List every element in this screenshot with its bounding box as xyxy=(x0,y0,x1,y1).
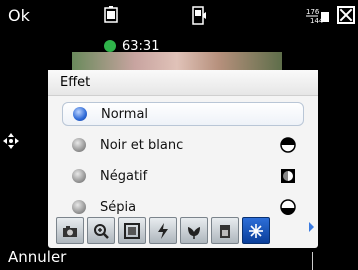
status-bar: Ok 176 144 xyxy=(0,0,358,34)
brightness-icon xyxy=(220,224,230,238)
softkey-divider xyxy=(312,252,313,270)
recording-timer: 63:31 xyxy=(104,38,159,54)
radio-unselected-icon[interactable] xyxy=(72,138,86,152)
flash-button[interactable] xyxy=(149,217,177,244)
close-button[interactable] xyxy=(337,6,355,24)
half-filled-circle-icon xyxy=(280,137,296,153)
toolbar-scroll-right-icon[interactable] xyxy=(309,222,314,232)
camera-settings-icon xyxy=(63,225,77,237)
effect-icon xyxy=(249,223,263,238)
radio-unselected-icon[interactable] xyxy=(72,169,86,183)
effect-option-negatif[interactable]: Négatif xyxy=(62,164,304,188)
macro-icon xyxy=(188,226,200,239)
frame-button[interactable] xyxy=(118,217,146,244)
effect-option-sepia[interactable]: Sépia xyxy=(62,195,304,219)
flash-icon xyxy=(158,222,168,239)
camera-settings-button[interactable] xyxy=(56,217,84,244)
timer-value: 63:31 xyxy=(122,38,160,54)
macro-button[interactable] xyxy=(180,217,208,244)
svg-text:176: 176 xyxy=(306,8,320,16)
effect-option-label: Noir et blanc xyxy=(100,137,184,153)
radio-unselected-icon[interactable] xyxy=(72,200,86,214)
effect-option-label: Normal xyxy=(101,106,149,122)
navigation-pad-icon[interactable] xyxy=(3,133,19,149)
inverted-square-icon xyxy=(280,168,296,184)
effect-option-normal[interactable]: Normal xyxy=(62,102,304,126)
brightness-button[interactable] xyxy=(211,217,239,244)
effect-button[interactable] xyxy=(242,217,270,244)
popup-title: Effet xyxy=(48,70,318,96)
resolution-icon[interactable]: 176 144 xyxy=(306,6,330,25)
radio-selected-icon[interactable] xyxy=(73,107,87,121)
effect-option-noir-et-blanc[interactable]: Noir et blanc xyxy=(62,133,304,157)
cancel-softkey[interactable]: Annuler xyxy=(8,248,66,266)
zoom-icon xyxy=(94,223,109,239)
effect-option-label: Sépia xyxy=(100,199,137,215)
ok-button[interactable]: Ok xyxy=(8,6,30,25)
camera-mode-icon[interactable] xyxy=(104,6,118,24)
recording-indicator xyxy=(104,40,116,52)
camera-toolbar xyxy=(56,217,318,245)
video-mode-icon[interactable] xyxy=(192,6,206,26)
sepia-circle-icon xyxy=(280,199,296,215)
effect-option-label: Négatif xyxy=(100,168,148,184)
zoom-button[interactable] xyxy=(87,217,115,244)
effect-popup: Effet Normal Noir et blanc Négatif Sépia xyxy=(48,70,318,248)
frame-icon xyxy=(124,222,140,239)
